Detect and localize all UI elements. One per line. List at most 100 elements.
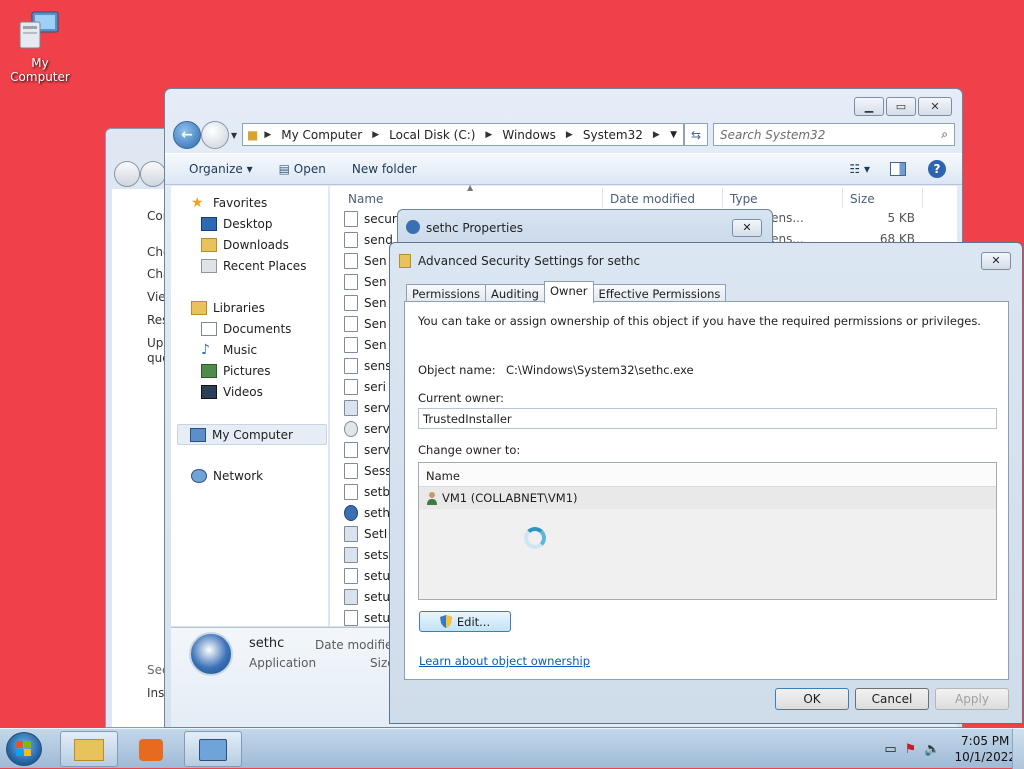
file-row[interactable]: Sen [344, 337, 387, 353]
user-icon [426, 491, 438, 505]
properties-title: sethc Properties [426, 221, 524, 235]
file-row[interactable]: setu [344, 589, 390, 605]
breadcrumb-item[interactable]: System32 [583, 128, 643, 142]
address-bar[interactable]: ■ ▶ My Computer ▶ Local Disk (C:) ▶ Wind… [242, 123, 684, 146]
nav-documents[interactable]: Documents [201, 322, 291, 336]
learn-ownership-link[interactable]: Learn about object ownership [419, 654, 590, 668]
file-row-sethc[interactable]: seth [344, 505, 390, 521]
taskbar-explorer-button[interactable] [60, 731, 118, 767]
file-row[interactable]: setu [344, 610, 390, 626]
file-row[interactable]: serv [344, 442, 390, 458]
forward-button[interactable] [201, 121, 229, 149]
taskbar-control-panel-button[interactable] [184, 731, 242, 767]
advanced-security-dialog[interactable]: Advanced Security Settings for sethc ✕ P… [389, 242, 1023, 724]
navigation-pane: ★ Favorites Desktop Downloads Recent Plac… [171, 186, 329, 626]
chevron-right-icon[interactable]: ▶ [264, 130, 271, 140]
open-button[interactable]: ▤ Open [279, 162, 326, 176]
file-row[interactable]: setu [344, 568, 390, 584]
address-dropdown-icon[interactable]: ▼ [670, 130, 677, 140]
close-button[interactable]: ✕ [918, 97, 952, 116]
help-icon[interactable]: ? [928, 160, 946, 178]
minimize-button[interactable]: ▁ [854, 97, 884, 116]
clock[interactable]: 7:05 PM 10/1/2022 [954, 733, 1016, 765]
file-row[interactable]: serv [344, 400, 390, 416]
file-row[interactable]: serv [344, 421, 390, 437]
cancel-button[interactable]: Cancel [855, 688, 929, 710]
nav-favorites[interactable]: ★ Favorites [191, 196, 267, 210]
gear-icon [344, 421, 358, 437]
chevron-right-icon[interactable]: ▶ [566, 130, 573, 140]
recent-pages-dropdown-icon[interactable]: ▼ [231, 131, 237, 140]
chevron-right-icon[interactable]: ▶ [372, 130, 379, 140]
file-row[interactable]: send [344, 232, 393, 248]
breadcrumb-item[interactable]: My Computer [281, 128, 362, 142]
ok-button[interactable]: OK [775, 688, 849, 710]
current-owner-field[interactable]: TrustedInstaller [418, 408, 997, 429]
clock-time: 7:05 PM [961, 734, 1010, 748]
column-size[interactable]: Size [850, 192, 875, 206]
new-folder-button[interactable]: New folder [352, 162, 417, 176]
file-row[interactable]: sets [344, 547, 389, 563]
show-desktop-button[interactable] [1012, 729, 1024, 769]
breadcrumb-item[interactable]: Windows [502, 128, 556, 142]
start-button[interactable] [6, 732, 42, 766]
desktop-icon-label: My Computer [10, 56, 70, 84]
edit-button[interactable]: Edit... [419, 611, 511, 632]
apply-button[interactable]: Apply [935, 688, 1009, 710]
taskbar-media-player-button[interactable] [122, 731, 180, 767]
desktop-icon-my-computer[interactable]: My Computer [0, 8, 80, 84]
search-input[interactable]: Search System32 ⌕ [713, 123, 955, 146]
chevron-right-icon[interactable]: ▶ [653, 130, 660, 140]
current-owner-label: Current owner: [418, 391, 505, 405]
action-center-flag-icon[interactable]: ⚑ [905, 742, 917, 757]
busy-cursor-icon [524, 527, 546, 549]
nav-network[interactable]: Network [191, 469, 263, 483]
properties-close-button[interactable]: ✕ [732, 219, 762, 237]
column-date-modified[interactable]: Date modified [610, 192, 695, 206]
preview-pane-icon[interactable] [890, 162, 906, 176]
file-row[interactable]: Sen [344, 316, 387, 332]
nav-recent-places[interactable]: Recent Places [201, 259, 306, 273]
file-row[interactable]: Sen [344, 274, 387, 290]
file-row[interactable]: Sen [344, 295, 387, 311]
forward-button-bg[interactable] [140, 161, 166, 187]
file-row[interactable]: setb [344, 484, 390, 500]
back-button-bg[interactable] [114, 161, 140, 187]
file-icon [344, 232, 358, 248]
caption-buttons: ▁ ▭ ✕ [854, 97, 952, 116]
accessibility-icon [344, 505, 358, 521]
dialog-close-button[interactable]: ✕ [981, 252, 1011, 270]
nav-my-computer[interactable]: My Computer [177, 424, 327, 445]
file-icon [344, 337, 358, 353]
file-row[interactable]: Sen [344, 253, 387, 269]
file-icon [344, 442, 358, 458]
views-icon[interactable]: ☷ ▾ [849, 162, 870, 176]
refresh-button[interactable]: ⇆ [684, 123, 708, 146]
file-row[interactable]: secur [344, 211, 397, 227]
nav-libraries[interactable]: Libraries [191, 301, 265, 315]
file-row[interactable]: seri [344, 379, 386, 395]
file-row[interactable]: sens [344, 358, 392, 374]
nav-music[interactable]: ♪ Music [201, 343, 257, 357]
organize-button[interactable]: Organize ▾ [189, 162, 253, 176]
back-button[interactable]: ← [173, 121, 201, 149]
search-icon[interactable]: ⌕ [941, 127, 948, 142]
breadcrumb-item[interactable]: Local Disk (C:) [389, 128, 475, 142]
network-icon[interactable]: ▭ [884, 742, 896, 757]
list-item[interactable]: VM1 (COLLABNET\VM1) [419, 487, 996, 509]
chevron-right-icon[interactable]: ▶ [485, 130, 492, 140]
refresh-icon: ⇆ [690, 127, 702, 142]
nav-videos[interactable]: Videos [201, 385, 263, 399]
change-owner-list[interactable]: Name VM1 (COLLABNET\VM1) [418, 462, 997, 600]
nav-pictures[interactable]: Pictures [201, 364, 271, 378]
column-type[interactable]: Type [730, 192, 758, 206]
list-column-name[interactable]: Name [419, 463, 996, 487]
nav-desktop[interactable]: Desktop [201, 217, 273, 231]
tab-owner[interactable]: Owner [543, 281, 594, 303]
column-name[interactable]: Name [348, 192, 383, 206]
file-row[interactable]: SetI [344, 526, 387, 542]
volume-icon[interactable]: 🔈 [924, 742, 940, 757]
nav-downloads[interactable]: Downloads [201, 238, 289, 252]
file-row[interactable]: Sess [344, 463, 392, 479]
maximize-button[interactable]: ▭ [886, 97, 916, 116]
